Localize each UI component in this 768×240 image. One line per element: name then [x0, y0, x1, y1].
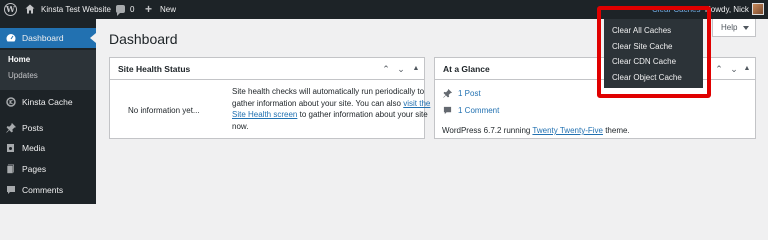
widget-title: At a Glance — [443, 64, 490, 74]
help-tab[interactable]: Help — [712, 19, 756, 37]
move-down-icon[interactable]: ⌄ — [395, 58, 407, 80]
new-content-link[interactable]: New — [160, 0, 176, 19]
glance-posts[interactable]: 1 Post — [443, 88, 481, 99]
health-text-part: Site health checks will automatically ru… — [232, 87, 425, 108]
avatar[interactable] — [752, 3, 764, 15]
sidebar-item-posts[interactable]: Posts — [0, 118, 96, 138]
health-description: Site health checks will automatically ru… — [232, 86, 432, 132]
glance-comments[interactable]: 1 Comment — [443, 105, 499, 116]
site-name-link[interactable]: Kinsta Test Website — [41, 0, 111, 19]
sidebar-item-kinsta-cache[interactable]: Kinsta Cache — [0, 92, 96, 112]
sidebar-item-label: Media — [22, 143, 46, 153]
howdy-user[interactable]: Howdy, Nick — [705, 0, 749, 19]
sidebar-item-label: Dashboard — [22, 33, 64, 43]
wordpress-version: WordPress 6.7.2 running Twenty Twenty-Fi… — [442, 126, 630, 135]
version-text: theme. — [602, 126, 630, 135]
sidebar-item-label: Comments — [22, 185, 64, 195]
sidebar-item-dashboard[interactable]: Dashboard — [0, 28, 96, 48]
submenu-item-home[interactable]: Home — [8, 53, 30, 67]
page-title: Dashboard — [109, 31, 178, 47]
toggle-panel-icon[interactable]: ▲ — [410, 58, 422, 80]
sidebar-item-label: Kinsta Cache — [22, 97, 73, 107]
dashboard-icon — [6, 34, 16, 42]
sidebar-item-media[interactable]: Media — [0, 138, 96, 158]
dashboard-submenu: Home Updates — [0, 50, 96, 90]
move-down-icon[interactable]: ⌄ — [728, 58, 740, 80]
comments-count[interactable]: 0 — [130, 0, 134, 19]
posts-count-link[interactable]: 1 Post — [458, 89, 481, 98]
sidebar-item-pages[interactable]: Pages — [0, 159, 96, 179]
version-text: WordPress 6.7.2 running — [442, 126, 533, 135]
highlight-box — [597, 6, 711, 98]
home-icon[interactable] — [25, 4, 35, 14]
comment-bubble-icon[interactable] — [116, 5, 125, 16]
sidebar-item-comments[interactable]: Comments — [0, 180, 96, 200]
health-empty-state: No information yet... — [128, 106, 200, 115]
plus-icon[interactable]: + — [145, 2, 152, 16]
pages-icon — [6, 164, 14, 174]
pin-icon — [6, 123, 16, 133]
pin-icon — [443, 89, 452, 98]
comments-icon — [443, 106, 452, 115]
help-label: Help — [721, 23, 738, 32]
comments-icon — [7, 186, 15, 194]
site-health-widget: Site Health Status ⌃ ⌄ ▲ No information … — [109, 57, 430, 139]
wordpress-logo-icon[interactable] — [4, 3, 17, 16]
widget-title: Site Health Status — [118, 64, 191, 74]
theme-link[interactable]: Twenty Twenty-Five — [532, 126, 603, 135]
toggle-panel-icon[interactable]: ▲ — [741, 58, 753, 80]
sidebar-item-label: Posts — [22, 123, 44, 133]
kinsta-icon — [6, 97, 16, 107]
media-icon — [7, 144, 14, 152]
move-up-icon[interactable]: ⌃ — [713, 58, 725, 80]
comments-count-link[interactable]: 1 Comment — [458, 106, 499, 115]
widget-header: Site Health Status ⌃ ⌄ ▲ — [110, 58, 424, 80]
move-up-icon[interactable]: ⌃ — [380, 58, 392, 80]
chevron-down-icon — [743, 26, 749, 30]
submenu-item-updates[interactable]: Updates — [8, 69, 38, 83]
sidebar-item-label: Pages — [22, 164, 47, 174]
admin-sidebar: Dashboard Home Updates Kinsta Cache Post… — [0, 19, 96, 204]
